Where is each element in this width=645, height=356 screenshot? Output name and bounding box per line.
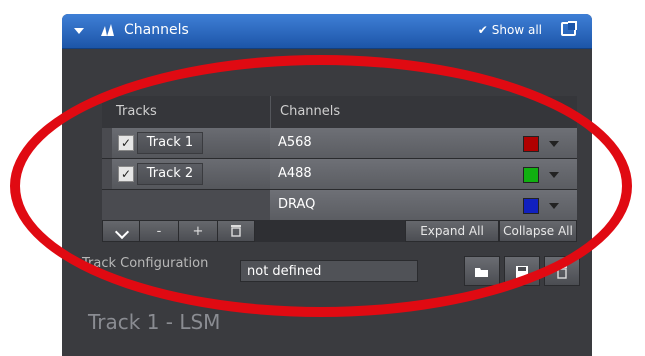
track-row-empty	[102, 190, 270, 221]
track-2-name[interactable]: Track 2	[137, 163, 203, 185]
collapse-all-button[interactable]: Collapse All	[499, 220, 577, 242]
row-gutter	[102, 128, 112, 158]
channel-color-swatch[interactable]	[523, 136, 539, 152]
show-all-label: Show all	[491, 23, 542, 37]
channels-icon	[101, 24, 114, 36]
track-row-1[interactable]: ✓ Track 1	[102, 128, 270, 159]
row-gutter	[102, 190, 112, 220]
channel-row-a488[interactable]: A488	[270, 159, 577, 190]
delete-configuration-button[interactable]	[544, 256, 580, 286]
channel-row-draq[interactable]: DRAQ	[270, 190, 577, 221]
track-lsm-heading: Track 1 - LSM	[88, 310, 221, 334]
row-gutter	[102, 159, 112, 189]
trash-icon	[557, 266, 567, 279]
track-configuration-field[interactable]: not defined	[240, 260, 418, 282]
channel-name: A488	[278, 166, 312, 181]
channel-name: A568	[278, 135, 312, 150]
channel-row-a568[interactable]: A568	[270, 128, 577, 159]
check-icon: ✔	[477, 23, 488, 37]
dropdown-arrow-icon[interactable]	[549, 172, 559, 178]
track-row-2[interactable]: ✓ Track 2	[102, 159, 270, 190]
collapse-arrow-icon[interactable]	[74, 28, 84, 34]
chevron-down-icon	[114, 224, 130, 240]
track-1-checkbox[interactable]: ✓	[118, 135, 134, 151]
channel-color-swatch[interactable]	[523, 167, 539, 183]
track-configuration-label: Track Configuration	[82, 256, 209, 271]
configuration-buttons	[464, 256, 580, 286]
grid-header: Tracks Channels	[102, 96, 577, 128]
grid-toolbar: - + Expand All Collapse All	[102, 220, 577, 242]
tracks-column-header: Tracks	[116, 104, 157, 119]
expand-all-button[interactable]: Expand All	[405, 220, 499, 242]
remove-track-button[interactable]: -	[139, 220, 179, 242]
track-1-name[interactable]: Track 1	[137, 132, 203, 154]
panel-title: Channels	[124, 22, 189, 38]
popout-icon[interactable]	[561, 21, 577, 36]
panel-titlebar[interactable]: Channels ✔ Show all	[62, 14, 592, 49]
save-configuration-button[interactable]	[504, 256, 540, 286]
channels-column-header: Channels	[280, 104, 341, 119]
channels-panel: Channels ✔ Show all Tracks Channels ✓ Tra…	[62, 14, 592, 356]
channel-name: DRAQ	[278, 197, 316, 212]
trash-icon	[231, 225, 241, 237]
expand-dropdown-button[interactable]	[102, 220, 140, 242]
channel-color-swatch[interactable]	[523, 198, 539, 214]
column-divider	[270, 96, 271, 128]
dropdown-arrow-icon[interactable]	[549, 203, 559, 209]
save-icon	[516, 266, 528, 278]
track-2-checkbox[interactable]: ✓	[118, 166, 134, 182]
open-configuration-button[interactable]	[464, 256, 500, 286]
add-track-button[interactable]: +	[178, 220, 218, 242]
show-all-toggle[interactable]: ✔ Show all	[478, 23, 542, 37]
dropdown-arrow-icon[interactable]	[549, 141, 559, 147]
folder-open-icon	[475, 268, 488, 277]
delete-track-button[interactable]	[217, 220, 255, 242]
